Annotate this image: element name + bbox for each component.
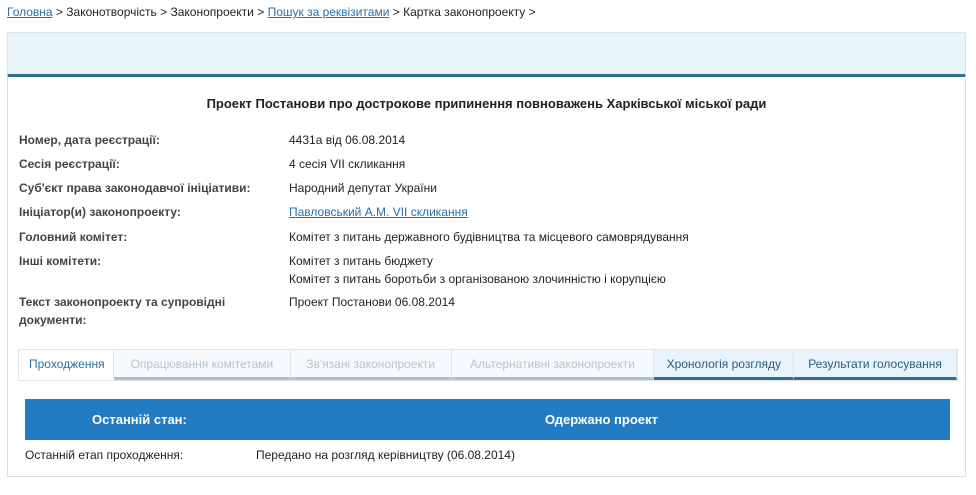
status-label: Останній стан: [92, 412, 187, 427]
field-value: 4431а від 06.08.2014 [289, 131, 405, 149]
field-label: Текст законопроекту та супровідні докуме… [19, 295, 226, 327]
field-value: Проект Постанови 06.08.2014 [289, 293, 455, 311]
last-stage: Останній етап проходження: Передано на р… [25, 448, 515, 462]
field-label: Головний комітет: [19, 230, 128, 244]
field-value-line: 4 сесія VII скликання [289, 157, 406, 171]
breadcrumb-item: Законотворчість [66, 5, 157, 19]
tab-2[interactable]: Зв'язані законопроекти [290, 350, 452, 380]
banner [7, 32, 966, 77]
field-label: Інші комітети: [19, 254, 102, 268]
field-value: Комітет з питань державного будівництва … [289, 228, 689, 246]
last-stage-label: Останній етап проходження: [25, 448, 184, 462]
field-value-line: Комітет з питань боротьби з організовано… [289, 272, 666, 286]
page-title: Проект Постанови про дострокове припинен… [206, 96, 767, 111]
field-value-line: 4431а від 06.08.2014 [289, 133, 406, 147]
tab-1[interactable]: Опрацювання комітетами [114, 350, 291, 380]
field-value-line: Комітет з питань бюджету [289, 254, 433, 268]
tab-3[interactable]: Альтернативні законопроекти [451, 350, 655, 380]
field-label: Суб'єкт права законодавчої ініціативи: [19, 181, 251, 195]
bill-card: Проект Постанови про дострокове припинен… [7, 76, 966, 477]
tab-5[interactable]: Результати голосування [794, 350, 957, 380]
breadcrumb-separator: > [156, 5, 171, 19]
field-value: 4 сесія VII скликання [289, 155, 405, 173]
field-value: Народний депутат України [289, 179, 437, 197]
field-value: Комітет з питань бюджету Комітет з питань… [289, 252, 666, 288]
field-label: Номер, дата реєстрації: [19, 133, 160, 147]
tab-4[interactable]: Хронологія розгляду [654, 350, 795, 380]
breadcrumb-separator: > [52, 5, 67, 19]
tabs: Проходження Опрацювання комітетами Зв'язан… [18, 349, 958, 381]
breadcrumb-separator: > [525, 5, 536, 19]
breadcrumb-item: Картка законопроекту [403, 5, 526, 19]
breadcrumb-item: Законопроекти [170, 5, 254, 19]
last-stage-value: Передано на розгляд керівництву (06.08.2… [256, 448, 515, 462]
breadcrumb-separator: > [253, 5, 268, 19]
breadcrumb: Головна > Законотворчість > Законопроект… [7, 5, 536, 19]
breadcrumb-item[interactable]: Пошук за реквізитами [268, 5, 390, 19]
initiator-link[interactable]: Павловський А.М. VII скликання [289, 203, 468, 221]
field-label: Сесія реєстрації: [19, 157, 120, 171]
field-value: Павловський А.М. VII скликання [289, 203, 468, 221]
field-value-line: Народний депутат України [289, 181, 437, 195]
field-value-line: Проект Постанови 06.08.2014 [289, 295, 455, 309]
status-bar: Останній стан: Одержано проект [25, 399, 950, 440]
tab-0[interactable]: Проходження [19, 350, 114, 380]
field-label: Ініціатор(и) законопроекту: [19, 205, 181, 219]
status-value: Одержано проект [545, 412, 658, 427]
field-value-line: Комітет з питань державного будівництва … [289, 230, 689, 244]
breadcrumb-separator: > [389, 5, 404, 19]
breadcrumb-item[interactable]: Головна [7, 5, 53, 19]
